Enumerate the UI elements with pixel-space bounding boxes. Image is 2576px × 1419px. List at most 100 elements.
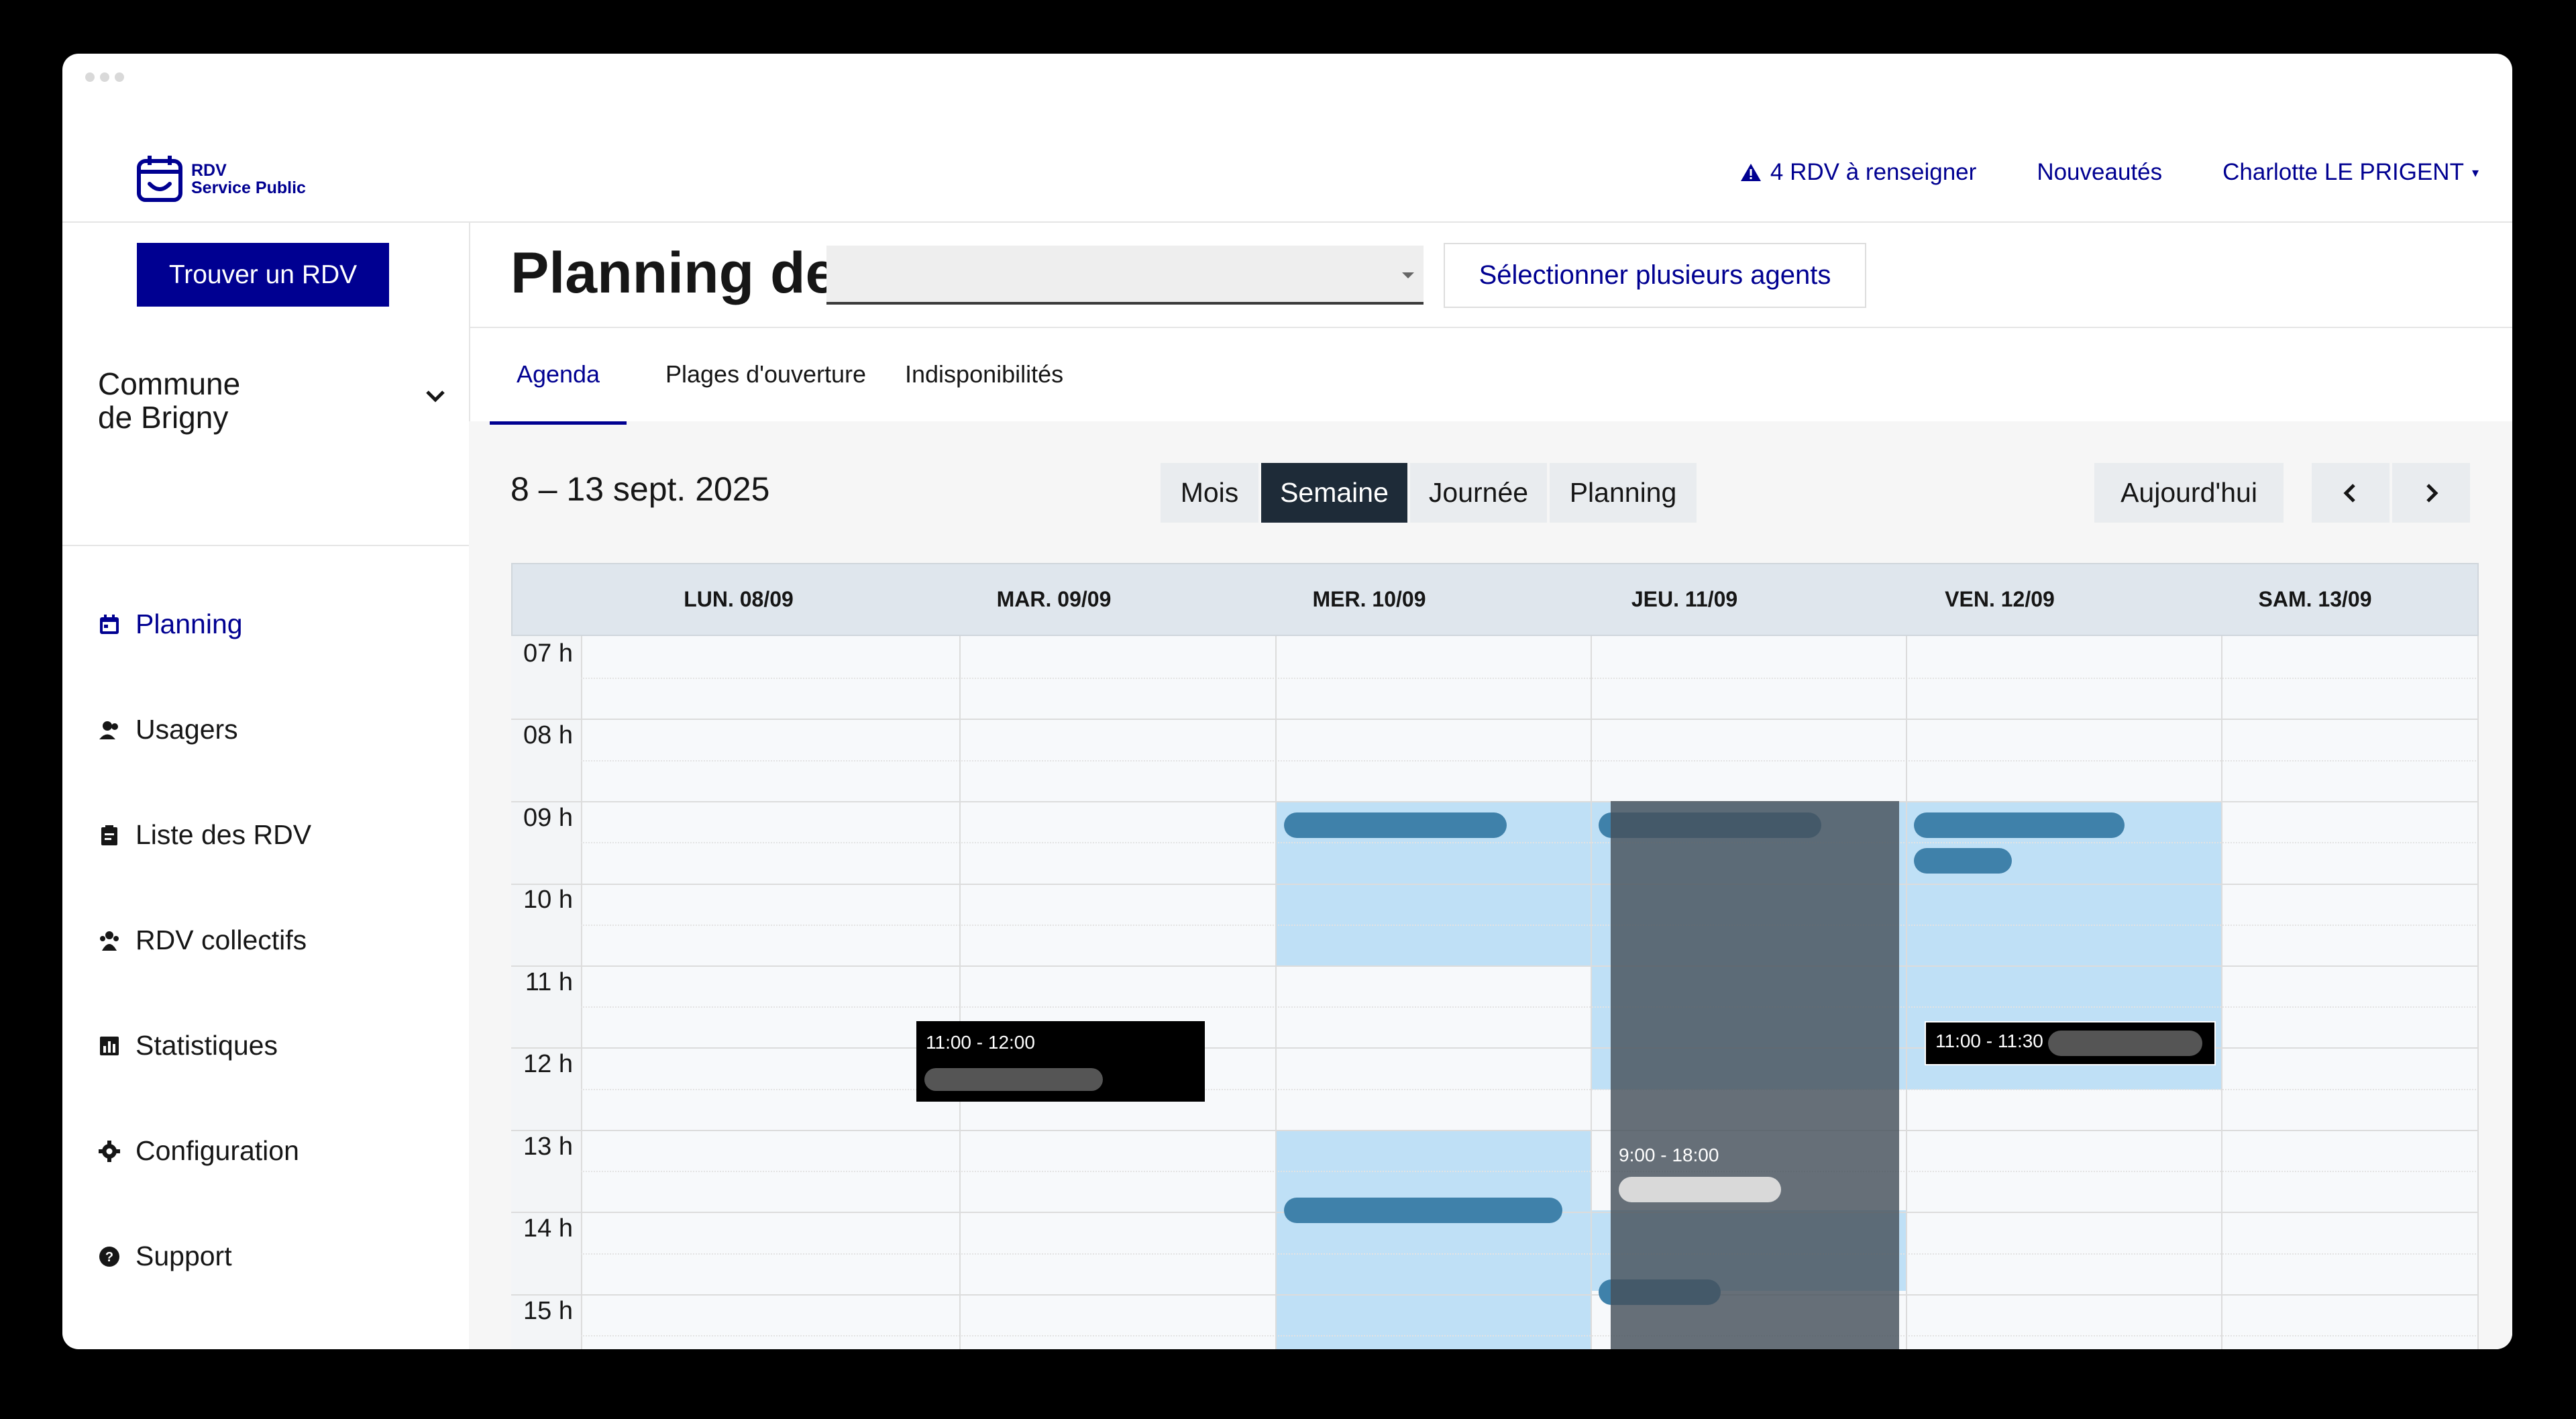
day-header[interactable]: MER. 10/09 bbox=[1212, 563, 1527, 636]
sidebar-item-usagers[interactable]: Usagers bbox=[98, 677, 311, 782]
rdv-event[interactable]: 11:00 - 12:00 bbox=[916, 1021, 1205, 1102]
hour-label: 08 h bbox=[523, 721, 573, 749]
clipboard-icon bbox=[101, 825, 117, 845]
redacted-title bbox=[1619, 1177, 1781, 1202]
previous-button[interactable] bbox=[2312, 463, 2390, 523]
news-link[interactable]: Nouveautés bbox=[2037, 159, 2162, 186]
absence-block[interactable]: 9:00 - 18:00 bbox=[1611, 801, 1899, 1349]
sidebar-item-label: Usagers bbox=[136, 714, 238, 745]
half-hour-line bbox=[581, 678, 2479, 679]
day-column-line bbox=[2221, 636, 2222, 1349]
user-menu[interactable]: Charlotte LE PRIGENT ▾ bbox=[2222, 159, 2479, 186]
pending-rdv-link[interactable]: 4 RDV à renseigner bbox=[1739, 159, 1976, 186]
redacted-title bbox=[2048, 1031, 2202, 1056]
hour-label: 09 h bbox=[523, 804, 573, 832]
day-column-line bbox=[2477, 636, 2479, 1349]
next-button[interactable] bbox=[2392, 463, 2470, 523]
sidebar-item-statistiques[interactable]: Statistiques bbox=[98, 993, 311, 1098]
sidebar: Trouver un RDV Commune de Brigny Plannin… bbox=[62, 223, 470, 1349]
hour-line bbox=[511, 719, 2479, 720]
rdv-event[interactable]: 11:00 - 11:30 - bbox=[1925, 1021, 2216, 1065]
event-pill[interactable] bbox=[1284, 812, 1507, 838]
calendar-smile-icon bbox=[137, 156, 182, 202]
group-icon bbox=[100, 931, 119, 951]
day-header[interactable]: LUN. 08/09 bbox=[581, 563, 896, 636]
hour-line bbox=[511, 801, 2479, 802]
news-label: Nouveautés bbox=[2037, 159, 2163, 185]
half-hour-line bbox=[581, 1006, 2479, 1008]
half-hour-line bbox=[581, 925, 2479, 926]
sidebar-item-label: Liste des RDV bbox=[136, 819, 312, 850]
sidebar-item-rdv-collectifs[interactable]: RDV collectifs bbox=[98, 888, 311, 993]
caret-down-icon bbox=[1402, 272, 1414, 278]
day-header[interactable]: SAM. 13/09 bbox=[2157, 563, 2473, 636]
sidebar-item-support[interactable]: ? Support bbox=[98, 1204, 311, 1309]
opening-slot[interactable] bbox=[1276, 1130, 1591, 1349]
sidebar-item-label: RDV collectifs bbox=[136, 925, 307, 955]
sidebar-item-label: Statistiques bbox=[136, 1030, 278, 1061]
half-hour-line bbox=[581, 1089, 2479, 1090]
users-icon bbox=[99, 721, 118, 739]
tab-indisponibilites[interactable]: Indisponibilités bbox=[905, 327, 1063, 421]
day-column-line bbox=[1906, 636, 1907, 1349]
day-header[interactable]: VEN. 12/09 bbox=[1842, 563, 2157, 636]
sidebar-item-planning[interactable]: Planning bbox=[98, 572, 311, 677]
event-pill[interactable] bbox=[1914, 848, 2012, 874]
view-switcher: Mois Semaine Journée Planning bbox=[1161, 463, 1697, 523]
sidebar-item-liste-rdv[interactable]: Liste des RDV bbox=[98, 782, 311, 888]
view-month-button[interactable]: Mois bbox=[1161, 463, 1258, 523]
pending-rdv-label: 4 RDV à renseigner bbox=[1770, 159, 1977, 185]
today-button[interactable]: Aujourd'hui bbox=[2094, 463, 2284, 523]
logo-line2: Service Public bbox=[191, 178, 306, 197]
hour-line bbox=[511, 1130, 2479, 1131]
date-range: 8 – 13 sept. 2025 bbox=[511, 470, 770, 508]
org-name-line1: Commune bbox=[98, 366, 241, 401]
half-hour-line bbox=[581, 1171, 2479, 1172]
event-pill[interactable] bbox=[1284, 1198, 1562, 1223]
sidebar-item-label: Planning bbox=[136, 609, 243, 639]
select-multiple-agents-button[interactable]: Sélectionner plusieurs agents bbox=[1444, 243, 1866, 308]
day-column-line bbox=[959, 636, 961, 1349]
chevron-right-icon bbox=[2426, 483, 2438, 503]
user-name: Charlotte LE PRIGENT bbox=[2222, 159, 2464, 185]
hour-line bbox=[511, 1294, 2479, 1296]
logo-line1: RDV bbox=[191, 161, 227, 180]
event-time: 11:00 - 11:30 - bbox=[1935, 1031, 2055, 1051]
date-navigation bbox=[2312, 463, 2470, 523]
tab-agenda[interactable]: Agenda bbox=[490, 327, 627, 425]
hour-label: 11 h bbox=[525, 968, 573, 996]
event-time: 11:00 - 12:00 bbox=[926, 1032, 1035, 1053]
event-pill[interactable] bbox=[1914, 812, 2125, 838]
day-header[interactable]: JEU. 11/09 bbox=[1527, 563, 1842, 636]
chart-icon bbox=[100, 1036, 119, 1055]
top-nav: 4 RDV à renseigner Nouveautés Charlotte … bbox=[1739, 159, 2479, 186]
hour-label: 15 h bbox=[523, 1297, 573, 1325]
sidebar-nav: Planning Usagers Liste des RDV RDV colle… bbox=[98, 572, 311, 1309]
sidebar-item-configuration[interactable]: Configuration bbox=[98, 1098, 311, 1204]
app-logo[interactable]: RDV Service Public bbox=[135, 154, 306, 204]
tab-plages-ouverture[interactable]: Plages d'ouverture bbox=[665, 327, 866, 421]
organisation-selector[interactable]: Commune de Brigny bbox=[98, 367, 240, 434]
gear-icon bbox=[99, 1140, 120, 1162]
help-icon: ? bbox=[99, 1246, 119, 1267]
logo-text: RDV Service Public bbox=[191, 162, 306, 197]
chevron-left-icon bbox=[2343, 483, 2355, 503]
redacted-title bbox=[924, 1068, 1103, 1091]
day-column-line bbox=[1275, 636, 1277, 1349]
agent-select[interactable] bbox=[826, 246, 1424, 305]
absence-time: 9:00 - 18:00 bbox=[1619, 1145, 1719, 1165]
sidebar-item-label: Configuration bbox=[136, 1135, 299, 1166]
view-day-button[interactable]: Journée bbox=[1410, 463, 1547, 523]
chevron-down-icon[interactable] bbox=[423, 384, 447, 408]
week-calendar: 07 h 08 h 09 h 10 h 11 h 12 h 13 h 14 h … bbox=[511, 563, 2479, 1349]
caret-down-icon: ▾ bbox=[2471, 165, 2479, 180]
view-week-button[interactable]: Semaine bbox=[1261, 463, 1407, 523]
hour-line bbox=[511, 965, 2479, 967]
hour-label: 13 h bbox=[523, 1133, 573, 1161]
view-planning-button[interactable]: Planning bbox=[1550, 463, 1697, 523]
hour-label: 10 h bbox=[523, 886, 573, 914]
day-header[interactable]: MAR. 09/09 bbox=[896, 563, 1212, 636]
warning-icon bbox=[1740, 164, 1761, 181]
find-rdv-button[interactable]: Trouver un RDV bbox=[137, 243, 389, 307]
page-title: Planning de bbox=[511, 241, 838, 305]
